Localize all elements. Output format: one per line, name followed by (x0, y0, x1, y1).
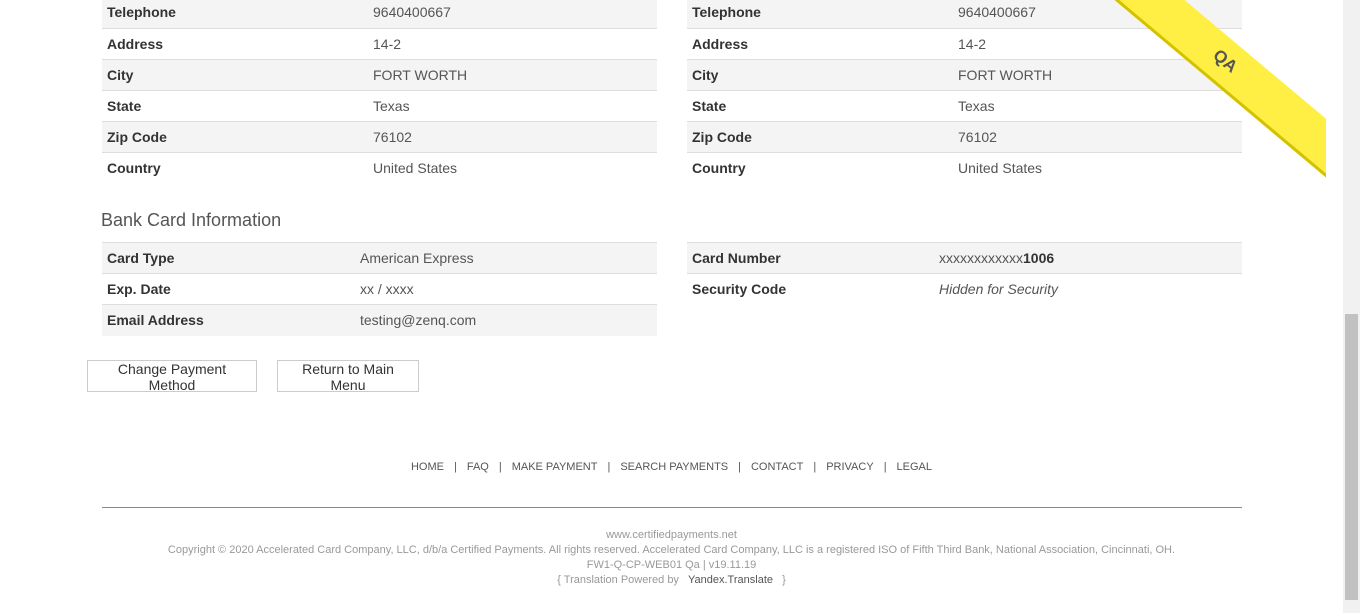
table-row: City FORT WORTH (102, 58, 657, 90)
footer-link-legal[interactable]: LEGAL (897, 461, 932, 473)
row-label: Country (687, 151, 953, 183)
billing-address-table-right: Telephone 9640400667 Address 14-2 City FORT W… (687, 0, 1242, 183)
change-payment-method-button[interactable]: Change Payment Method (87, 360, 257, 393)
row-label: Telephone (687, 0, 953, 28)
payment-review-page: Telephone 9640400667 Address 14-2 City FORT W… (0, 0, 1343, 613)
table-row: Card Number xxxxxxxxxxxx1006 (687, 242, 1242, 274)
card-number-mask: xxxxxxxxxxxx (939, 250, 1023, 266)
row-label: Zip Code (687, 120, 953, 152)
table-row: State Texas (687, 89, 1242, 121)
row-value: American Express (355, 242, 657, 274)
row-value: 9640400667 (953, 0, 1242, 28)
footer-link-search-payments[interactable]: SEARCH PAYMENTS (620, 461, 728, 473)
footer-link-home[interactable]: HOME (411, 461, 444, 473)
billing-address-rows-left: Telephone 9640400667 Address 14-2 City FORT W… (102, 0, 657, 183)
footer-link-faq[interactable]: FAQ (467, 461, 489, 473)
nav-separator: | (607, 461, 611, 473)
vertical-scrollbar[interactable] (1343, 0, 1360, 613)
row-label: Card Type (102, 242, 355, 274)
footer-link-contact[interactable]: CONTACT (751, 461, 803, 473)
bank-card-table-left: Card Type American Express Exp. Date xx / x… (102, 242, 657, 336)
table-row: Country United States (102, 151, 657, 183)
table-row: Telephone 9640400667 (102, 0, 657, 28)
billing-address-rows-right: Telephone 9640400667 Address 14-2 City FORT W… (687, 0, 1242, 183)
billing-address-table-left: Telephone 9640400667 Address 14-2 City FORT W… (102, 0, 657, 183)
yandex-translate-link[interactable]: Yandex.Translate (688, 574, 773, 586)
row-label: City (687, 58, 953, 90)
row-label: Country (102, 151, 368, 183)
table-row: City FORT WORTH (687, 58, 1242, 90)
table-row: Zip Code 76102 (687, 120, 1242, 152)
nav-separator: | (813, 461, 817, 473)
row-value: Texas (953, 89, 1242, 121)
bank-card-section-title: Bank Card Information (101, 210, 282, 230)
table-row: Address 14-2 (687, 27, 1242, 59)
row-value: 9640400667 (368, 0, 657, 28)
row-label: City (102, 58, 368, 90)
row-value: 14-2 (953, 27, 1242, 59)
card-number-label: Card Number (687, 242, 934, 274)
bank-card-table-right: Card Number xxxxxxxxxxxx1006 Security Co… (687, 242, 1242, 305)
footer-copyright: Copyright © 2020 Accelerated Card Compan… (167, 544, 1176, 556)
nav-separator: | (738, 461, 741, 473)
translation-suffix: } (782, 574, 786, 586)
table-row: Address 14-2 (102, 27, 657, 59)
table-row: Telephone 9640400667 (687, 0, 1242, 28)
footer-nav: HOME | FAQ | MAKE PAYMENT | SEARCH PAYMENTS | CO… (0, 461, 1343, 473)
nav-separator: | (498, 461, 502, 473)
table-row: Email Address testing@zenq.com (102, 304, 657, 336)
row-value: 76102 (953, 120, 1242, 152)
nav-separator: | (453, 461, 457, 473)
footer-version: FW1-Q-CP-WEB01 Qa | v19.11.19 (586, 559, 757, 571)
bank-card-rows-left: Card Type American Express Exp. Date xx / x… (102, 242, 657, 336)
nav-separator: | (883, 461, 887, 473)
row-label: Address (687, 27, 953, 59)
row-label: Address (102, 27, 368, 59)
row-value: testing@zenq.com (355, 304, 657, 336)
row-value: 76102 (368, 120, 657, 152)
translation-prefix: { Translation Powered by (557, 574, 679, 586)
row-value: United States (368, 151, 657, 183)
row-label: Telephone (102, 0, 368, 28)
row-value: Texas (368, 89, 657, 121)
row-value: United States (953, 151, 1242, 183)
table-row: Zip Code 76102 (102, 120, 657, 152)
footer-info: www.certifiedpayments.net Copyright © 20… (0, 528, 1343, 588)
row-label: Email Address (102, 304, 355, 336)
row-value: xx / xxxx (355, 273, 657, 305)
row-label: State (102, 89, 368, 121)
scrollbar-thumb[interactable] (1345, 314, 1358, 600)
footer-link-privacy[interactable]: PRIVACY (826, 461, 873, 473)
table-row: State Texas (102, 89, 657, 121)
row-value: FORT WORTH (953, 58, 1242, 90)
card-number-last4: 1006 (1023, 250, 1055, 266)
return-to-main-menu-button[interactable]: Return to Main Menu (277, 360, 419, 393)
security-code-label: Security Code (687, 273, 934, 305)
row-label: State (687, 89, 953, 121)
card-number-value: xxxxxxxxxxxx1006 (934, 242, 1242, 274)
security-code-value: Hidden for Security (934, 273, 1242, 305)
table-row: Security Code Hidden for Security (687, 273, 1242, 305)
row-value: 14-2 (368, 27, 657, 59)
table-row: Card Type American Express (102, 242, 657, 274)
row-value: FORT WORTH (368, 58, 657, 90)
footer-divider (102, 507, 1242, 508)
row-label: Zip Code (102, 120, 368, 152)
table-row: Country United States (687, 151, 1242, 183)
footer-translation: { Translation Powered by Yandex.Translat… (0, 573, 1343, 588)
footer-site-url: www.certifiedpayments.net (606, 529, 737, 541)
footer-link-make-payment[interactable]: MAKE PAYMENT (512, 461, 598, 473)
row-label: Exp. Date (102, 273, 355, 305)
table-row: Exp. Date xx / xxxx (102, 273, 657, 305)
